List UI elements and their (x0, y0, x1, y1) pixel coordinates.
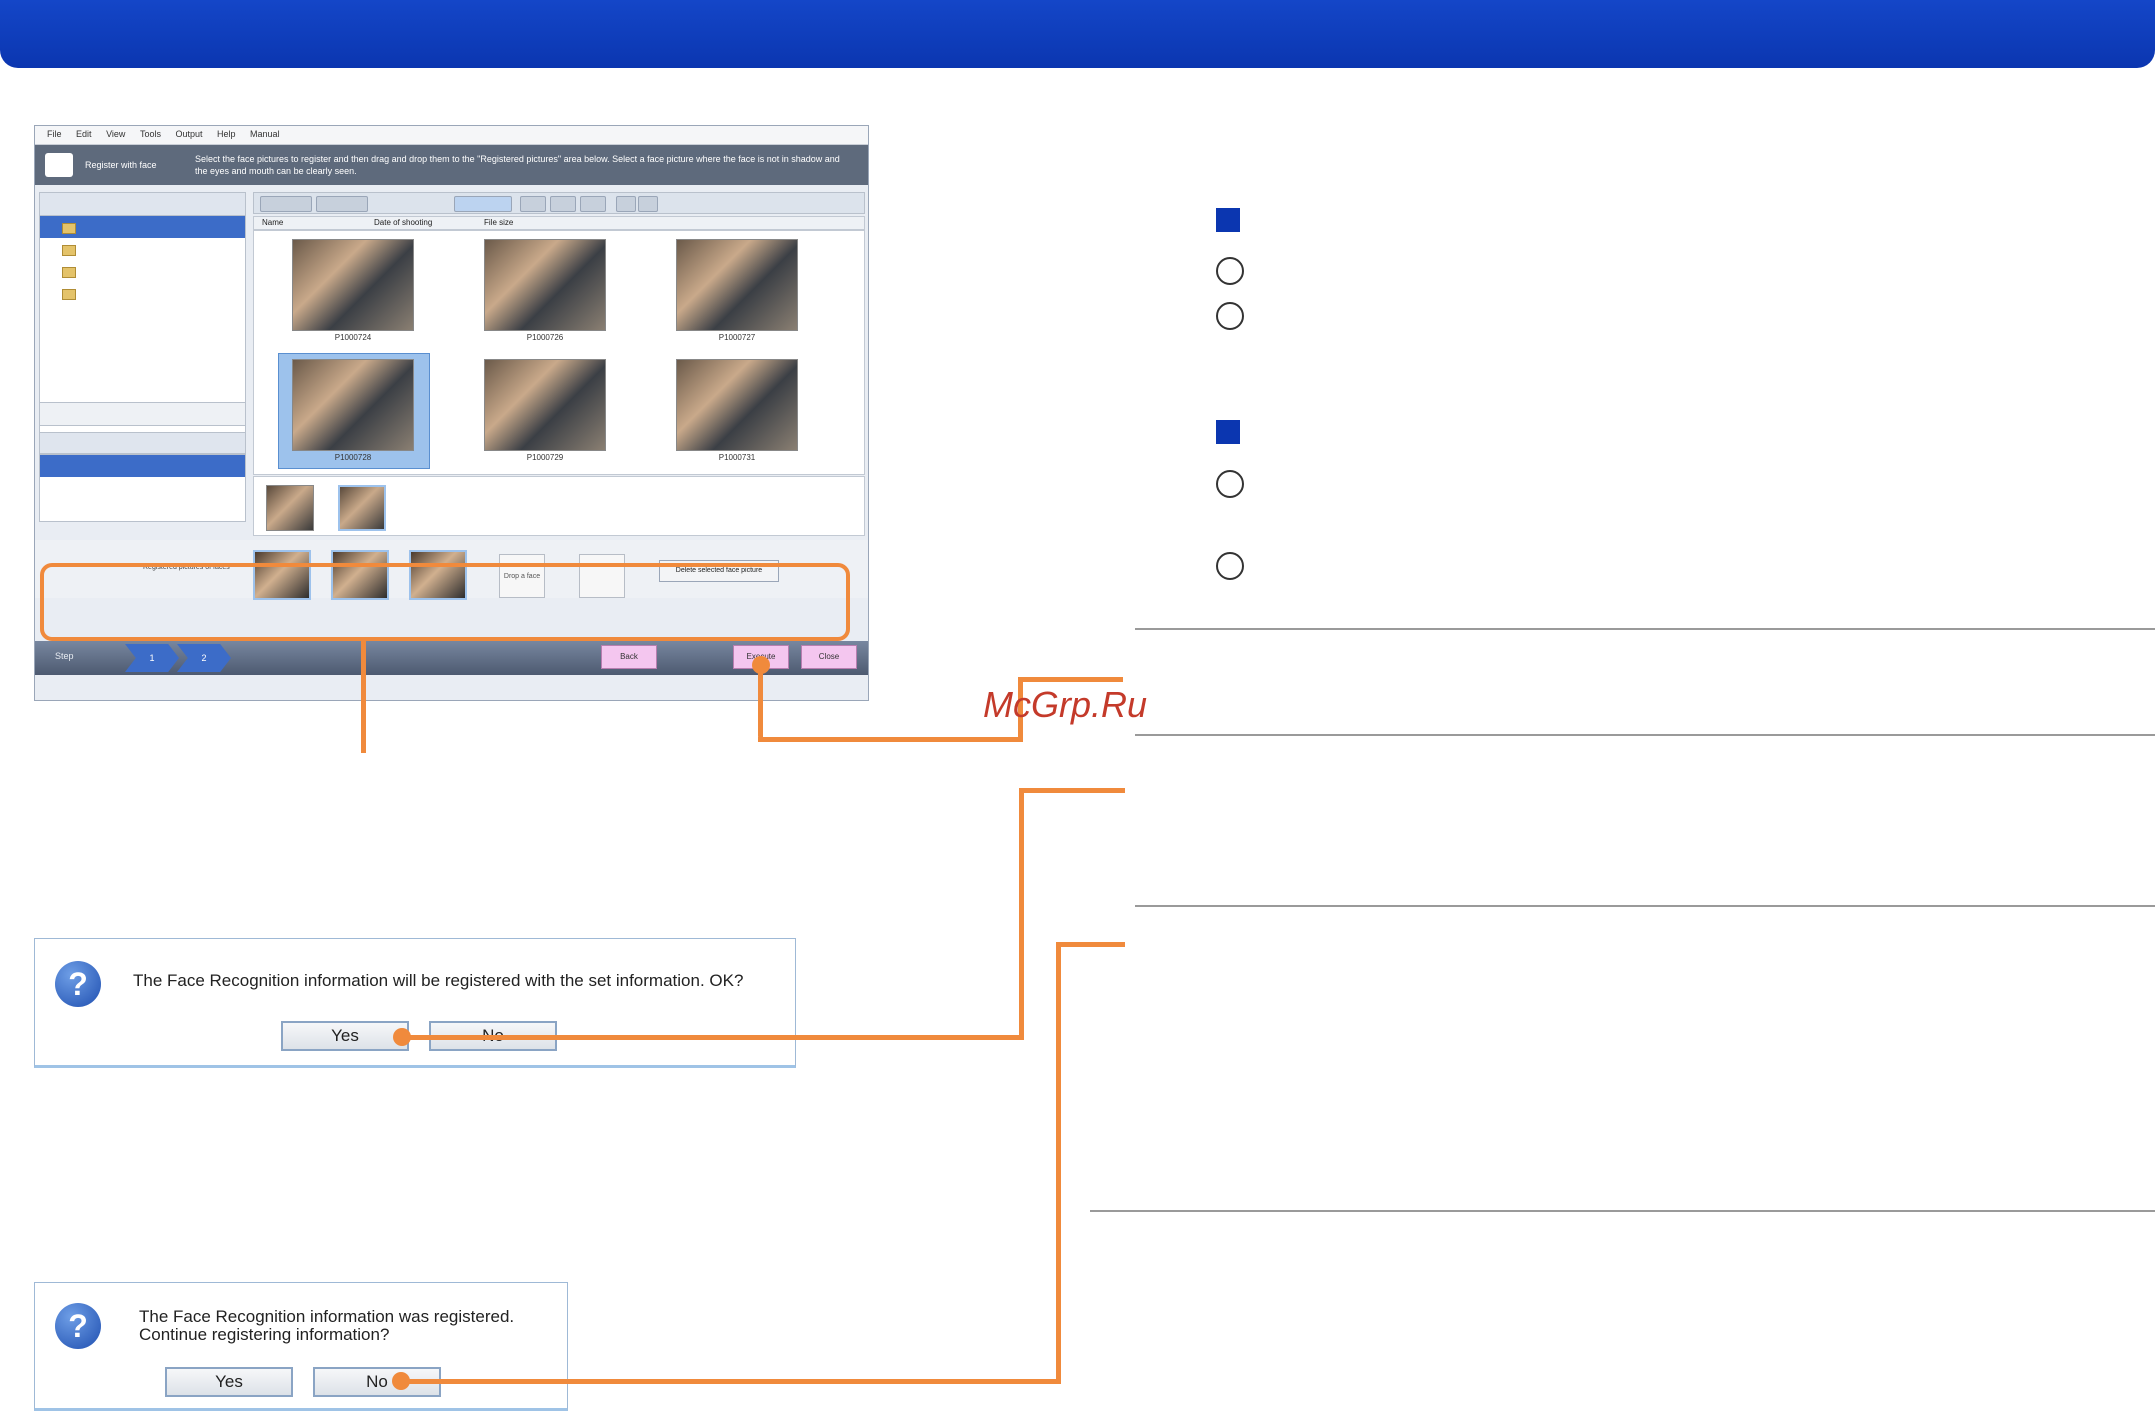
view-toolbar (253, 192, 865, 214)
instruction-text: Select the face pictures to register and… (195, 154, 840, 176)
tree-item[interactable] (40, 216, 245, 238)
divider (1135, 734, 2155, 736)
menu-tools[interactable]: Tools (140, 129, 161, 139)
callout-line (400, 1379, 1061, 1384)
watermark: McGrp.Ru (983, 684, 1148, 725)
tree-item[interactable] (40, 238, 245, 260)
menu-edit[interactable]: Edit (76, 129, 92, 139)
filter-row[interactable] (39, 402, 246, 426)
callout-line (1018, 677, 1123, 682)
step-circle (1216, 302, 1244, 330)
thumbnail[interactable] (484, 239, 606, 331)
menu-help[interactable]: Help (217, 129, 236, 139)
toolbar-button[interactable] (520, 196, 546, 212)
folder-icon (62, 289, 76, 300)
menu-bar: File Edit View Tools Output Help Manual (35, 126, 868, 145)
thumbnail[interactable] (676, 359, 798, 451)
folder-icon (62, 223, 76, 234)
callout-line (1019, 788, 1024, 1040)
thumbnail[interactable] (676, 239, 798, 331)
folder-icon (62, 267, 76, 278)
thumbnail-label: P1000724 (334, 333, 372, 342)
tree-item[interactable] (40, 260, 245, 282)
tree-item[interactable] (40, 282, 245, 304)
section-marker-square (1216, 208, 1240, 232)
header-band (0, 0, 2155, 68)
step-bar: Step 1 2 Back Execute Close (35, 641, 868, 675)
step-label: Step (55, 651, 74, 661)
toolbar-button[interactable] (638, 196, 658, 212)
thumbnail[interactable] (292, 359, 414, 451)
callout-line (361, 641, 366, 753)
divider (1090, 1210, 2155, 1212)
thumbnail-label: P1000727 (718, 333, 756, 342)
step-1-chevron: 1 (125, 644, 179, 672)
callout-line (400, 1035, 1024, 1040)
column-name[interactable]: Name (262, 218, 283, 227)
menu-output[interactable]: Output (175, 129, 202, 139)
face-tabs[interactable] (39, 432, 246, 454)
callout-line (1056, 942, 1125, 947)
step-circle (1216, 470, 1244, 498)
section-marker-square (1216, 420, 1240, 444)
app-header: Register with face Select the face pictu… (35, 145, 868, 185)
toolbar-button[interactable] (550, 196, 576, 212)
folder-icon (62, 245, 76, 256)
divider (1135, 905, 2155, 907)
confirm-dialog: ? The Face Recognition information will … (34, 938, 796, 1068)
confirm-message: The Face Recognition information will be… (133, 971, 744, 990)
thumbnail-label: P1000731 (718, 453, 756, 462)
user-icon (45, 153, 73, 177)
column-header: Name Date of shooting File size (253, 216, 865, 230)
close-button[interactable]: Close (801, 645, 857, 669)
callout-line (758, 665, 763, 741)
thumbnail-label: P1000726 (526, 333, 564, 342)
callout-registered-area (40, 563, 850, 641)
question-icon: ? (55, 1303, 101, 1349)
thumbnail-gallery: P1000724 P1000726 P1000727 P1000728 P100… (253, 230, 865, 475)
view-mode-button[interactable] (454, 196, 512, 212)
step-circle (1216, 257, 1244, 285)
toolbar-button[interactable] (316, 196, 368, 212)
folder-tabs[interactable] (40, 193, 245, 216)
toolbar-button[interactable] (580, 196, 606, 212)
list-item[interactable] (40, 455, 245, 477)
callout-line (758, 737, 1022, 742)
face-candidate[interactable] (338, 485, 386, 531)
face-list (39, 454, 246, 522)
toolbar-button[interactable] (616, 196, 636, 212)
step-circle (1216, 552, 1244, 580)
face-candidate[interactable] (266, 485, 314, 531)
back-button[interactable]: Back (601, 645, 657, 669)
column-size[interactable]: File size (484, 218, 513, 227)
question-icon: ? (55, 961, 101, 1007)
thumbnail[interactable] (292, 239, 414, 331)
app-title: Register with face (85, 160, 157, 170)
list-item[interactable] (40, 477, 245, 499)
yes-button[interactable]: Yes (165, 1367, 293, 1397)
callout-line (1056, 942, 1061, 1384)
toolbar-button[interactable] (260, 196, 312, 212)
menu-file[interactable]: File (47, 129, 62, 139)
menu-view[interactable]: View (106, 129, 125, 139)
thumbnail[interactable] (484, 359, 606, 451)
continue-message-line2: Continue registering information? (139, 1325, 390, 1344)
continue-dialog: ? The Face Recognition information was r… (34, 1282, 568, 1411)
continue-message-line1: The Face Recognition information was reg… (139, 1307, 515, 1326)
callout-line (1019, 788, 1125, 793)
menu-manual[interactable]: Manual (250, 129, 280, 139)
column-date[interactable]: Date of shooting (374, 218, 432, 227)
divider (1135, 628, 2155, 630)
yes-button[interactable]: Yes (281, 1021, 409, 1051)
step-2-chevron: 2 (177, 644, 231, 672)
thumbnail-label: P1000728 (334, 453, 372, 462)
thumbnail-label: P1000729 (526, 453, 564, 462)
face-candidates-strip (253, 476, 865, 536)
